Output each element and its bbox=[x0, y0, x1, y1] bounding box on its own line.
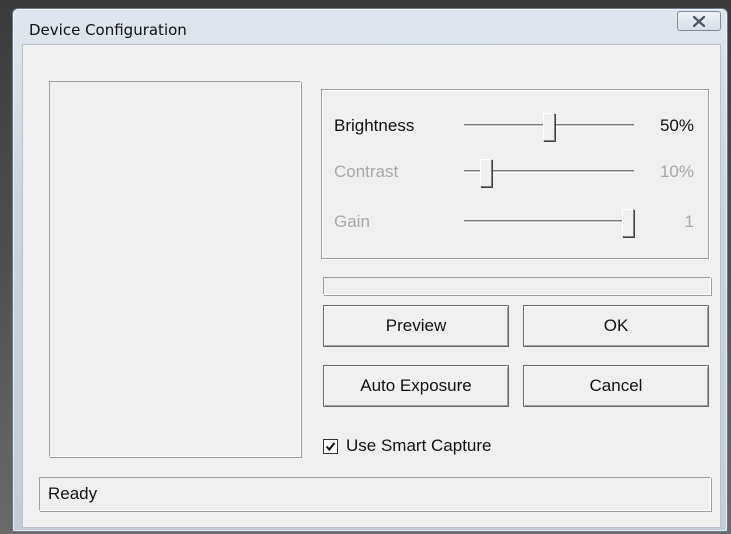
contrast-slider[interactable] bbox=[464, 159, 634, 187]
brightness-slider-thumb[interactable] bbox=[543, 113, 555, 141]
smart-capture-label: Use Smart Capture bbox=[346, 436, 492, 455]
preview-button[interactable]: Preview bbox=[323, 305, 509, 347]
title-bar[interactable]: Device Configuration bbox=[13, 9, 729, 43]
close-button[interactable] bbox=[677, 11, 721, 31]
gain-row: Gain 1 bbox=[322, 206, 708, 237]
brightness-row: Brightness 50% bbox=[322, 110, 708, 141]
ok-button[interactable]: OK bbox=[523, 305, 709, 347]
gain-label: Gain bbox=[334, 212, 370, 231]
status-text: Ready bbox=[48, 484, 98, 503]
gain-slider[interactable] bbox=[464, 209, 634, 237]
device-configuration-dialog: Device Configuration Brightness 50% Cont… bbox=[12, 8, 728, 532]
image-settings-group: Brightness 50% Contrast 10% Gain 1 bbox=[321, 89, 709, 259]
status-bar: Ready bbox=[39, 477, 711, 511]
window-title: Device Configuration bbox=[29, 21, 187, 39]
brightness-slider[interactable] bbox=[464, 113, 634, 141]
dialog-client-area: Brightness 50% Contrast 10% Gain 1 Previ… bbox=[22, 44, 721, 528]
brightness-label: Brightness bbox=[334, 116, 415, 135]
checkmark-icon bbox=[325, 441, 336, 451]
contrast-label: Contrast bbox=[334, 162, 399, 181]
contrast-row: Contrast 10% bbox=[322, 156, 708, 187]
contrast-slider-thumb[interactable] bbox=[480, 159, 492, 187]
progress-bar bbox=[323, 277, 711, 295]
gain-value: 1 bbox=[684, 212, 694, 231]
smart-capture-checkbox[interactable] bbox=[323, 438, 338, 454]
close-icon bbox=[693, 15, 705, 27]
smart-capture-option[interactable]: Use Smart Capture bbox=[323, 435, 492, 457]
cancel-button[interactable]: Cancel bbox=[523, 365, 709, 407]
auto-exposure-button[interactable]: Auto Exposure bbox=[323, 365, 509, 407]
brightness-value: 50% bbox=[659, 116, 694, 135]
gain-slider-thumb[interactable] bbox=[622, 209, 634, 237]
contrast-value: 10% bbox=[659, 162, 694, 181]
preview-pane bbox=[49, 81, 301, 457]
